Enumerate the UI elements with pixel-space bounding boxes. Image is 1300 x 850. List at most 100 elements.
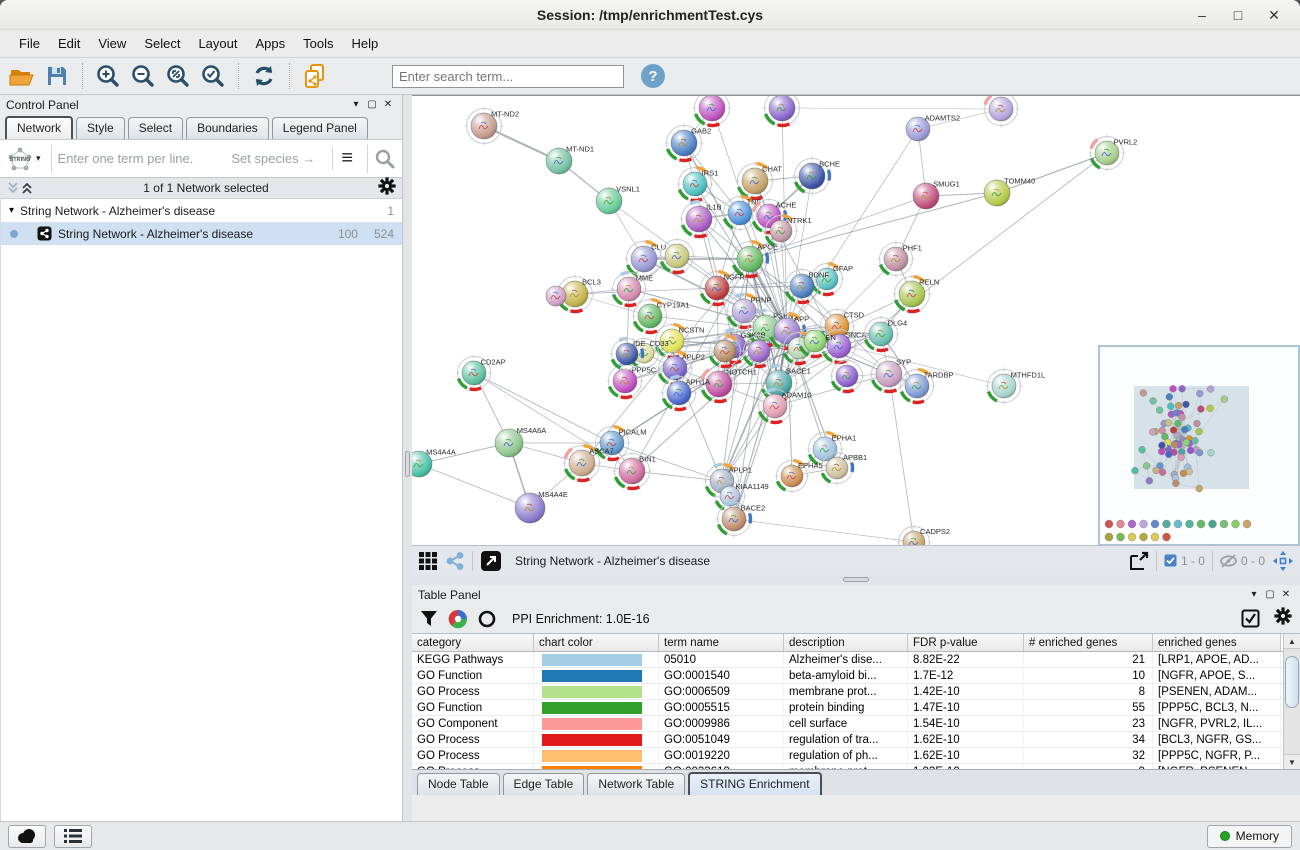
minimize-button[interactable]: –	[1184, 7, 1220, 23]
string-query-input[interactable]: Enter one term per line.	[58, 151, 194, 166]
menu-select[interactable]: Select	[135, 32, 189, 55]
network-node-BACE2[interactable]: BACE2	[716, 501, 766, 538]
network-node-ADAM10[interactable]: ADAM10	[757, 388, 812, 425]
scroll-up-button[interactable]: ▲	[1284, 634, 1300, 649]
string-protein-query-selector[interactable]: STRING ▾	[6, 145, 41, 173]
tab-select[interactable]: Select	[128, 117, 183, 139]
table-scrollbar[interactable]: ▲ ▼	[1283, 634, 1300, 769]
automation-button[interactable]	[8, 825, 46, 848]
vertical-splitter[interactable]	[403, 95, 412, 821]
help-button[interactable]: ?	[641, 64, 665, 88]
string-species-hint[interactable]: Set species →	[231, 151, 332, 166]
network-node-VSNL1[interactable]: VSNL1	[596, 185, 640, 214]
zoom-selected-button[interactable]	[199, 62, 227, 90]
network-node-MS4A4A[interactable]: MS4A4A	[412, 448, 456, 477]
tab-legend-panel[interactable]: Legend Panel	[272, 117, 368, 139]
export-network-button[interactable]	[1127, 550, 1149, 572]
network-node[interactable]	[693, 96, 732, 128]
network-node-ADAMTS2[interactable]: ADAMTS2	[906, 113, 960, 141]
task-history-button[interactable]	[54, 825, 92, 848]
save-session-button[interactable]	[43, 62, 71, 90]
column-header-category[interactable]: category	[412, 634, 534, 651]
network-node[interactable]	[830, 359, 865, 394]
memory-button[interactable]: Memory	[1207, 825, 1292, 848]
birdseye-view[interactable]	[1099, 346, 1299, 545]
tab-network[interactable]: Network	[5, 116, 73, 139]
menu-view[interactable]: View	[89, 32, 135, 55]
search-input[interactable]	[392, 65, 624, 88]
tab-string-enrichment[interactable]: STRING Enrichment	[688, 772, 821, 795]
table-row[interactable]: GO ProcessGO:0033619membrane prot...1.93…	[412, 764, 1283, 769]
zoom-fit-button[interactable]	[164, 62, 192, 90]
detach-view-button[interactable]	[480, 550, 502, 572]
network-node-RELN[interactable]: RELN	[893, 275, 940, 314]
enrichment-settings-gear-icon[interactable]	[1274, 607, 1292, 630]
table-row[interactable]: GO ComponentGO:0009986cell surface1.54E-…	[412, 716, 1283, 732]
tab-edge-table[interactable]: Edge Table	[503, 773, 585, 795]
column-header--enriched-genes[interactable]: # enriched genes	[1024, 634, 1153, 651]
string-search-button[interactable]	[374, 148, 396, 170]
clone-network-button[interactable]	[301, 62, 329, 90]
network-overview-button[interactable]	[445, 551, 465, 571]
grid-view-button[interactable]	[418, 551, 438, 571]
scroll-down-button[interactable]: ▼	[1284, 754, 1300, 769]
network-node-TOMM40[interactable]: TOMM40	[984, 177, 1035, 206]
column-header-enriched-genes[interactable]: enriched genes	[1153, 634, 1281, 651]
network-node[interactable]	[546, 286, 566, 306]
control-panel-menu-button[interactable]: ▾	[348, 99, 364, 110]
network-node-MME[interactable]: MME	[611, 271, 654, 308]
network-row[interactable]: String Network - Alzheimer's disease 100…	[1, 222, 402, 245]
birdseye-toggle-button[interactable]	[1272, 550, 1294, 572]
network-node-MS4A4E[interactable]: MS4A4E	[515, 490, 568, 523]
control-panel-close-button[interactable]: ✕	[380, 99, 396, 110]
table-row[interactable]: GO FunctionGO:0001540beta-amyloid bi...1…	[412, 668, 1283, 684]
table-panel-close-button[interactable]: ✕	[1278, 589, 1294, 600]
menu-apps[interactable]: Apps	[247, 32, 295, 55]
table-row[interactable]: GO FunctionGO:0005515protein binding1.47…	[412, 700, 1283, 716]
refresh-button[interactable]	[250, 62, 278, 90]
network-node-EPHA5[interactable]: EPHA5	[775, 459, 823, 494]
network-node-TARDBP[interactable]: TARDBP	[899, 368, 954, 405]
network-node[interactable]	[983, 96, 1020, 128]
table-panel-float-button[interactable]: ▢	[1262, 589, 1278, 600]
close-button[interactable]: ✕	[1256, 7, 1292, 24]
tab-boundaries[interactable]: Boundaries	[186, 117, 269, 139]
network-collection-row[interactable]: ▾ String Network - Alzheimer's disease 1	[1, 199, 402, 222]
splitter-handle[interactable]	[405, 451, 410, 477]
menu-tools[interactable]: Tools	[294, 32, 342, 55]
string-options-button[interactable]: ≡	[332, 147, 361, 170]
column-header-term-name[interactable]: term name	[659, 634, 784, 651]
zoom-in-button[interactable]	[94, 62, 122, 90]
network-node-IRS1[interactable]: IRS1	[677, 166, 719, 203]
column-header-chart-color[interactable]: chart color	[534, 634, 659, 651]
tree-expand-icon[interactable]: ▾	[9, 205, 14, 216]
collapse-all-icon[interactable]	[20, 181, 34, 195]
expand-all-icon[interactable]	[6, 181, 20, 195]
network-node-BIN1[interactable]: BIN1	[613, 452, 656, 491]
network-node-ABCA7[interactable]: ABCA7	[563, 444, 614, 483]
scrollbar-thumb[interactable]	[1285, 656, 1299, 708]
network-list-options-gear-icon[interactable]	[378, 177, 396, 200]
open-session-button[interactable]	[8, 62, 36, 90]
zoom-out-button[interactable]	[129, 62, 157, 90]
menu-edit[interactable]: Edit	[49, 32, 89, 55]
table-panel-menu-button[interactable]: ▾	[1246, 589, 1262, 600]
splitter-handle[interactable]	[843, 577, 869, 582]
clear-color-icon[interactable]	[478, 610, 496, 628]
table-row[interactable]: KEGG Pathways05010Alzheimer's dise...8.8…	[412, 652, 1283, 668]
network-node-MTHFD1L[interactable]: MTHFD1L	[986, 368, 1046, 405]
horizontal-splitter[interactable]	[412, 575, 1300, 585]
select-rows-icon[interactable]	[1241, 609, 1260, 628]
network-node-CADPS2[interactable]: CADPS2	[897, 525, 951, 546]
maximize-button[interactable]: □	[1220, 7, 1256, 23]
network-node-MS4A6A[interactable]: MS4A6A	[495, 426, 546, 457]
network-canvas[interactable]: MT-ND2MT-ND1VSNL1GAB2IRS1CHATBCHEIL1BTNF…	[412, 95, 1300, 545]
column-header-description[interactable]: description	[784, 634, 908, 651]
table-row[interactable]: GO ProcessGO:0006509membrane prot...1.42…	[412, 684, 1283, 700]
menu-file[interactable]: File	[10, 32, 49, 55]
menu-help[interactable]: Help	[343, 32, 388, 55]
menu-layout[interactable]: Layout	[189, 32, 246, 55]
network-node-PHF1[interactable]: PHF1	[878, 241, 922, 278]
network-node-BCHE[interactable]: BCHE	[793, 157, 840, 196]
network-node-PVRL2[interactable]: PVRL2	[1089, 135, 1138, 172]
